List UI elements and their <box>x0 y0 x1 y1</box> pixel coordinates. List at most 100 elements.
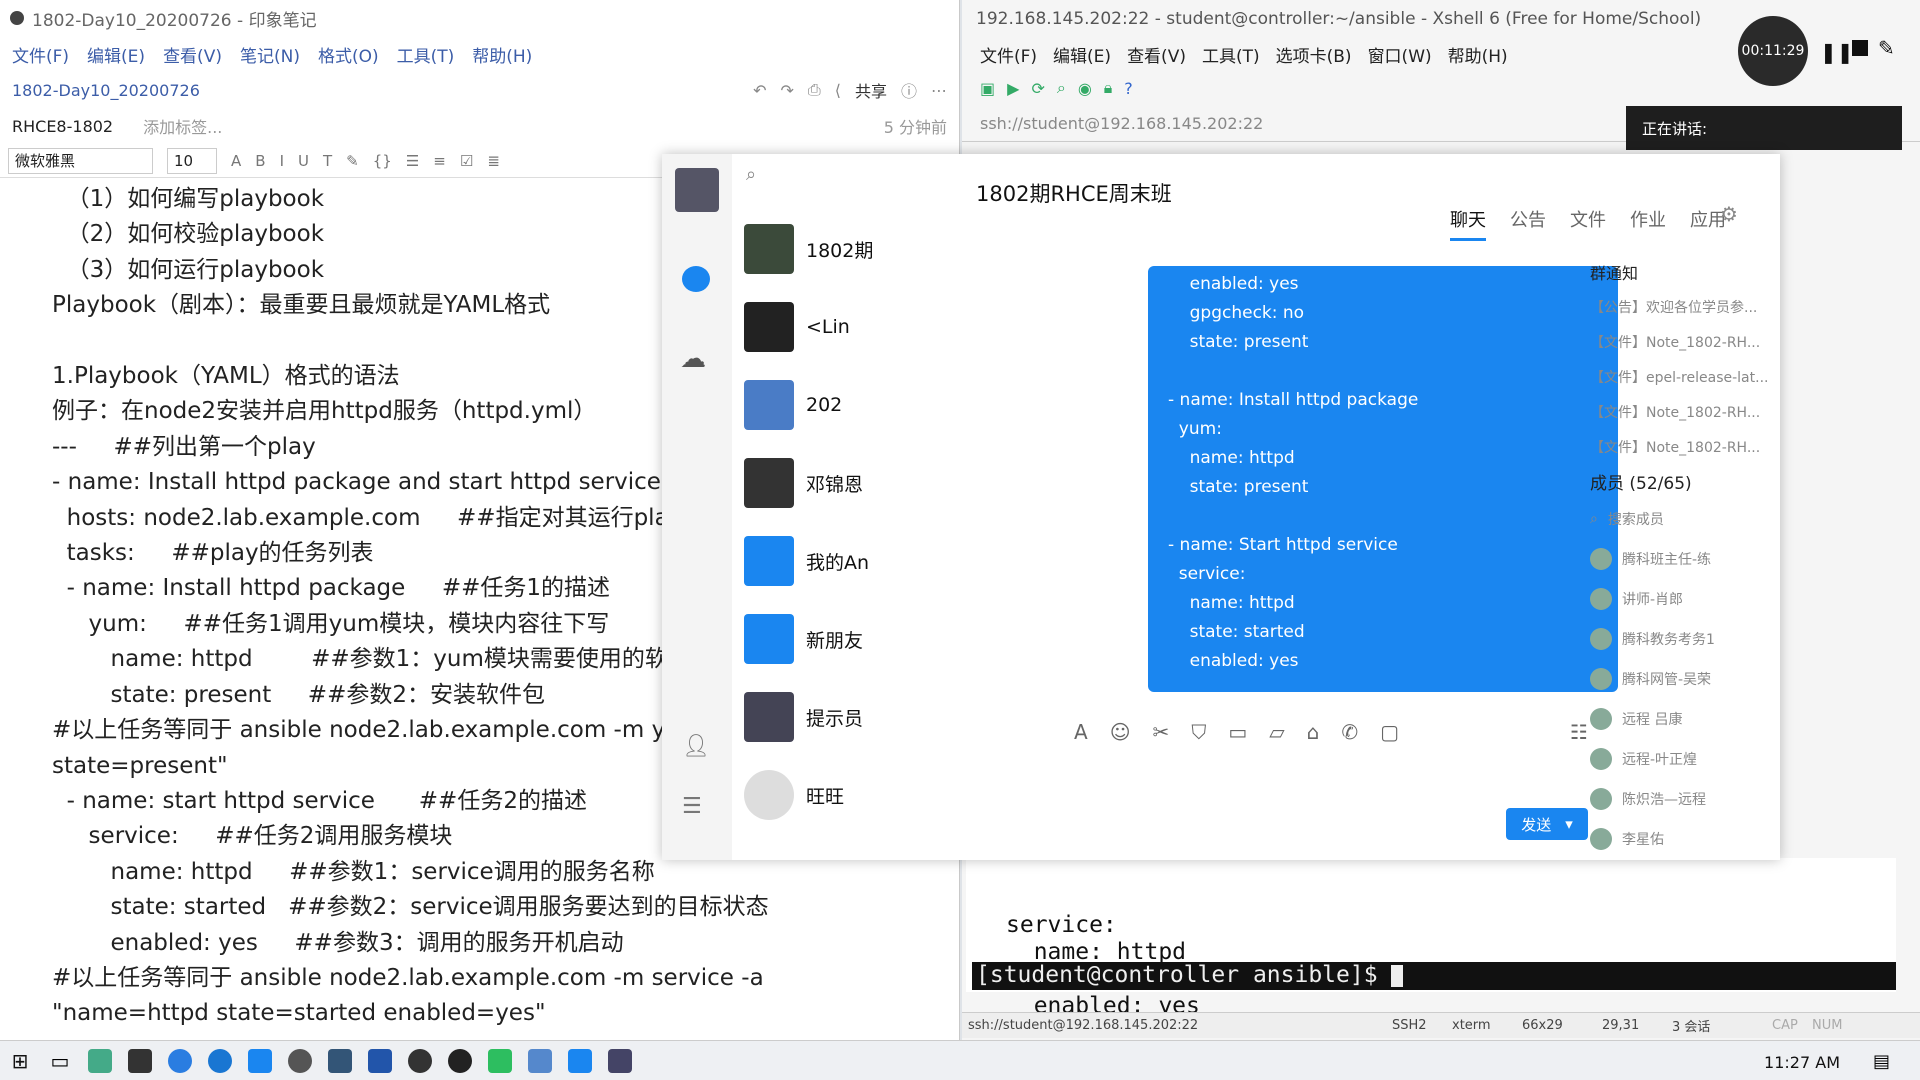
message-icon[interactable] <box>682 266 710 292</box>
evernote-task-icon[interactable] <box>480 1041 520 1080</box>
folder-icon[interactable]: ▱ <box>1269 720 1284 744</box>
menu-tools[interactable]: 工具(T) <box>397 42 455 67</box>
pause-icon[interactable]: ❚❚ <box>1820 40 1854 64</box>
chat-item[interactable]: 提示员 <box>744 686 950 748</box>
member-item[interactable]: 陈炽浩—远程 <box>1590 779 1770 819</box>
bold-icon[interactable]: B <box>255 152 265 170</box>
search-icon[interactable]: ⌕ <box>1057 78 1066 98</box>
tab-chat[interactable]: 聊天 <box>1450 206 1486 241</box>
menu-icon[interactable]: ☰ <box>682 794 702 819</box>
chat-item[interactable]: 邓锦恩 <box>744 452 950 514</box>
undo-icon[interactable]: ↶ <box>753 81 766 100</box>
app-icon[interactable] <box>400 1041 440 1080</box>
cloud-icon[interactable]: ☁ <box>680 344 706 374</box>
stop-icon[interactable] <box>1852 40 1868 56</box>
bookmark-icon[interactable]: ⛉ <box>1191 720 1206 744</box>
font-icon[interactable]: A <box>1074 720 1088 744</box>
terminal[interactable]: service: name: httpd state: started enab… <box>966 858 1896 1019</box>
qq-task-icon[interactable] <box>560 1041 600 1080</box>
highlight-icon[interactable]: ✎ <box>346 152 359 170</box>
menu-view[interactable]: 查看(V) <box>163 42 222 67</box>
share-button[interactable]: 共享 <box>855 78 887 102</box>
gift-icon[interactable]: ⌂ <box>1307 720 1320 744</box>
send-button[interactable]: 发送 ▾ <box>1506 808 1588 840</box>
system-clock[interactable]: 11:27 AM <box>1764 1053 1840 1072</box>
notice-item[interactable]: 【文件】Note_1802-RH... <box>1590 324 1770 359</box>
menu-note[interactable]: 笔记(N) <box>240 42 300 67</box>
more-icon[interactable]: ⋯ <box>931 81 947 100</box>
strike-icon[interactable]: T <box>323 152 332 170</box>
notice-item[interactable]: 【文件】Note_1802-RH... <box>1590 429 1770 464</box>
task-view-icon[interactable]: ▭ <box>40 1041 80 1080</box>
windows-start-icon[interactable]: ⊞ <box>0 1041 40 1080</box>
xshell-task-icon[interactable] <box>520 1041 560 1080</box>
xs-menu-view[interactable]: 查看(V) <box>1127 42 1186 67</box>
chat-item[interactable]: 202 <box>744 374 950 436</box>
code-icon[interactable]: {} <box>373 152 392 170</box>
member-item[interactable]: 腾科网管-吴荣 <box>1590 659 1770 699</box>
notification-icon[interactable]: ▤ <box>1873 1051 1890 1072</box>
xs-menu-window[interactable]: 窗口(W) <box>1368 42 1432 67</box>
notebook-selector[interactable]: RHCE8-1802 <box>12 117 113 136</box>
member-item[interactable]: 讲师-肖郎 <box>1590 579 1770 619</box>
info-icon[interactable]: ⓘ <box>901 78 917 102</box>
history-icon[interactable]: ☷ <box>1570 720 1588 744</box>
app-icon[interactable] <box>440 1041 480 1080</box>
xs-menu-edit[interactable]: 编辑(E) <box>1053 42 1111 67</box>
menu-format[interactable]: 格式(O) <box>318 42 379 67</box>
member-item[interactable]: 远程-叶正煌 <box>1590 739 1770 779</box>
app-icon[interactable] <box>320 1041 360 1080</box>
menu-edit[interactable]: 编辑(E) <box>87 42 145 67</box>
menu-file[interactable]: 文件(F) <box>12 42 69 67</box>
reconnect-icon[interactable]: ⟳ <box>1031 79 1044 98</box>
chat-item[interactable]: 新朋友 <box>744 608 950 670</box>
member-item[interactable]: 腾科教务考务1 <box>1590 619 1770 659</box>
print-icon[interactable]: ⎙ <box>808 80 821 100</box>
globe-icon[interactable]: ◉ <box>1078 79 1092 98</box>
align-icon[interactable]: ≣ <box>487 152 500 170</box>
help-icon[interactable]: ? <box>1124 79 1133 98</box>
member-search[interactable]: ⌕ 搜索成员 <box>1590 499 1770 539</box>
number-list-icon[interactable]: ≡ <box>433 152 446 170</box>
xs-menu-tools[interactable]: 工具(T) <box>1202 42 1260 67</box>
bullet-list-icon[interactable]: ☰ <box>406 152 419 170</box>
image-icon[interactable]: ▭ <box>1228 720 1247 744</box>
menu-help[interactable]: 帮助(H) <box>472 42 532 67</box>
font-color-icon[interactable]: A <box>231 152 241 170</box>
tab-notice[interactable]: 公告 <box>1510 206 1546 241</box>
member-item[interactable]: 腾科班主任-练 <box>1590 539 1770 579</box>
scissors-icon[interactable]: ✂ <box>1153 720 1170 744</box>
notice-item[interactable]: 【公告】欢迎各位学员参... <box>1590 289 1770 324</box>
checkbox-icon[interactable]: ☑ <box>460 152 473 170</box>
app-icon[interactable] <box>240 1041 280 1080</box>
add-tag-input[interactable]: 添加标签... <box>143 114 222 138</box>
chat-item[interactable]: <Lin <box>744 296 950 358</box>
redo-icon[interactable]: ↷ <box>781 81 794 100</box>
share-icon[interactable]: ⟨ <box>835 81 841 100</box>
xs-menu-help[interactable]: 帮助(H) <box>1448 42 1508 67</box>
xs-menu-file[interactable]: 文件(F) <box>980 42 1037 67</box>
emoji-icon[interactable]: ☺ <box>1110 720 1131 744</box>
open-icon[interactable]: ▶ <box>1007 79 1019 98</box>
lock-icon[interactable]: 🔒︎ <box>1104 78 1113 98</box>
font-selector[interactable]: 微软雅黑 <box>8 147 153 174</box>
search-icon[interactable]: ⌕ <box>746 164 756 185</box>
phone-icon[interactable]: ✆ <box>1341 720 1358 744</box>
new-session-icon[interactable]: ▣ <box>980 79 995 98</box>
app-icon[interactable] <box>360 1041 400 1080</box>
chat-item[interactable]: 我的An <box>744 530 950 592</box>
screen-icon[interactable]: ▢ <box>1380 720 1399 744</box>
edge-icon[interactable] <box>200 1041 240 1080</box>
app-icon[interactable] <box>120 1041 160 1080</box>
font-size-selector[interactable]: 10 <box>167 147 217 174</box>
italic-icon[interactable]: I <box>280 152 284 170</box>
xs-menu-tabs[interactable]: 选项卡(B) <box>1276 42 1352 67</box>
terminal-prompt[interactable]: [student@controller ansible]$ <box>972 962 1896 990</box>
app-icon[interactable] <box>280 1041 320 1080</box>
settings-icon[interactable]: ⚙ <box>1720 202 1738 226</box>
send-dropdown-icon[interactable]: ▾ <box>1565 815 1573 833</box>
notice-item[interactable]: 【文件】Note_1802-RH... <box>1590 394 1770 429</box>
note-title[interactable]: 1802-Day10_20200726 <box>12 81 200 100</box>
chat-item[interactable]: 1802期 <box>744 218 950 280</box>
tab-files[interactable]: 文件 <box>1570 206 1606 241</box>
